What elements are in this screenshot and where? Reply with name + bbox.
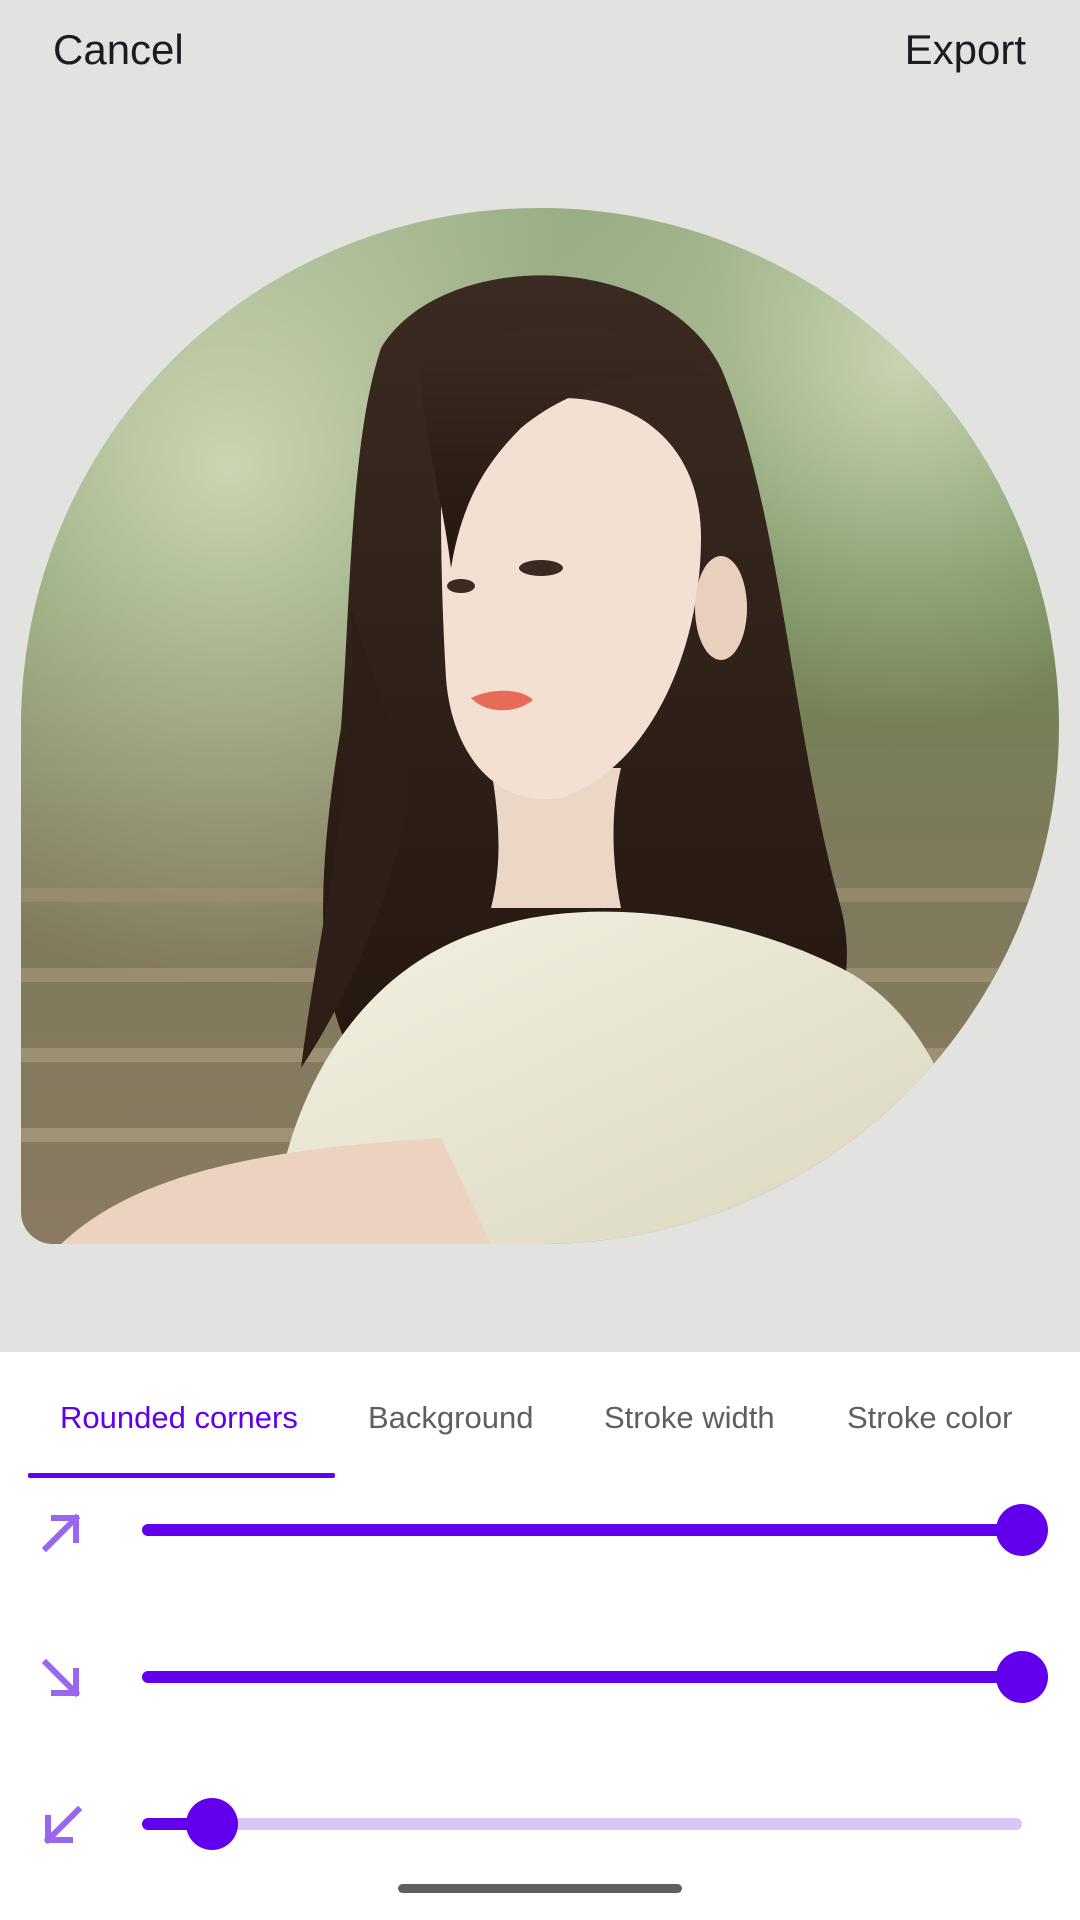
arrow-up-right-icon <box>41 1513 81 1553</box>
slider-fill <box>142 1524 1022 1536</box>
tab-bar: Rounded corners Background Stroke width … <box>0 1352 1080 1480</box>
tab-indicator <box>28 1473 335 1478</box>
tab-rounded-corners[interactable]: Rounded corners <box>60 1396 298 1440</box>
tab-background[interactable]: Background <box>368 1396 533 1440</box>
slider-thumb[interactable] <box>996 1651 1048 1703</box>
home-indicator[interactable] <box>398 1884 682 1893</box>
slider-thumb[interactable] <box>186 1798 239 1850</box>
tab-stroke-color[interactable]: Stroke color <box>847 1396 1012 1440</box>
slider-track[interactable] <box>142 1798 1022 1850</box>
edited-photo[interactable] <box>21 208 1059 1244</box>
slider-track[interactable] <box>142 1504 1048 1556</box>
editor-canvas <box>0 104 1080 1352</box>
corner-slider-bottom-left <box>0 1784 1080 1864</box>
corner-slider-top-right <box>0 1490 1080 1570</box>
slider-thumb[interactable] <box>996 1504 1048 1556</box>
cancel-button[interactable]: Cancel <box>53 22 184 78</box>
top-bar: Cancel Export <box>0 0 1080 104</box>
tab-stroke-width[interactable]: Stroke width <box>604 1396 775 1440</box>
slider-fill <box>142 1671 1022 1683</box>
export-button[interactable]: Export <box>905 22 1026 78</box>
corner-slider-bottom-right <box>0 1637 1080 1717</box>
photo-image <box>21 208 1059 1244</box>
slider-track[interactable] <box>142 1651 1048 1703</box>
controls-panel: Rounded corners Background Stroke width … <box>0 1352 1080 1920</box>
arrow-down-left-icon <box>43 1805 83 1845</box>
arrow-down-right-icon <box>41 1658 81 1698</box>
